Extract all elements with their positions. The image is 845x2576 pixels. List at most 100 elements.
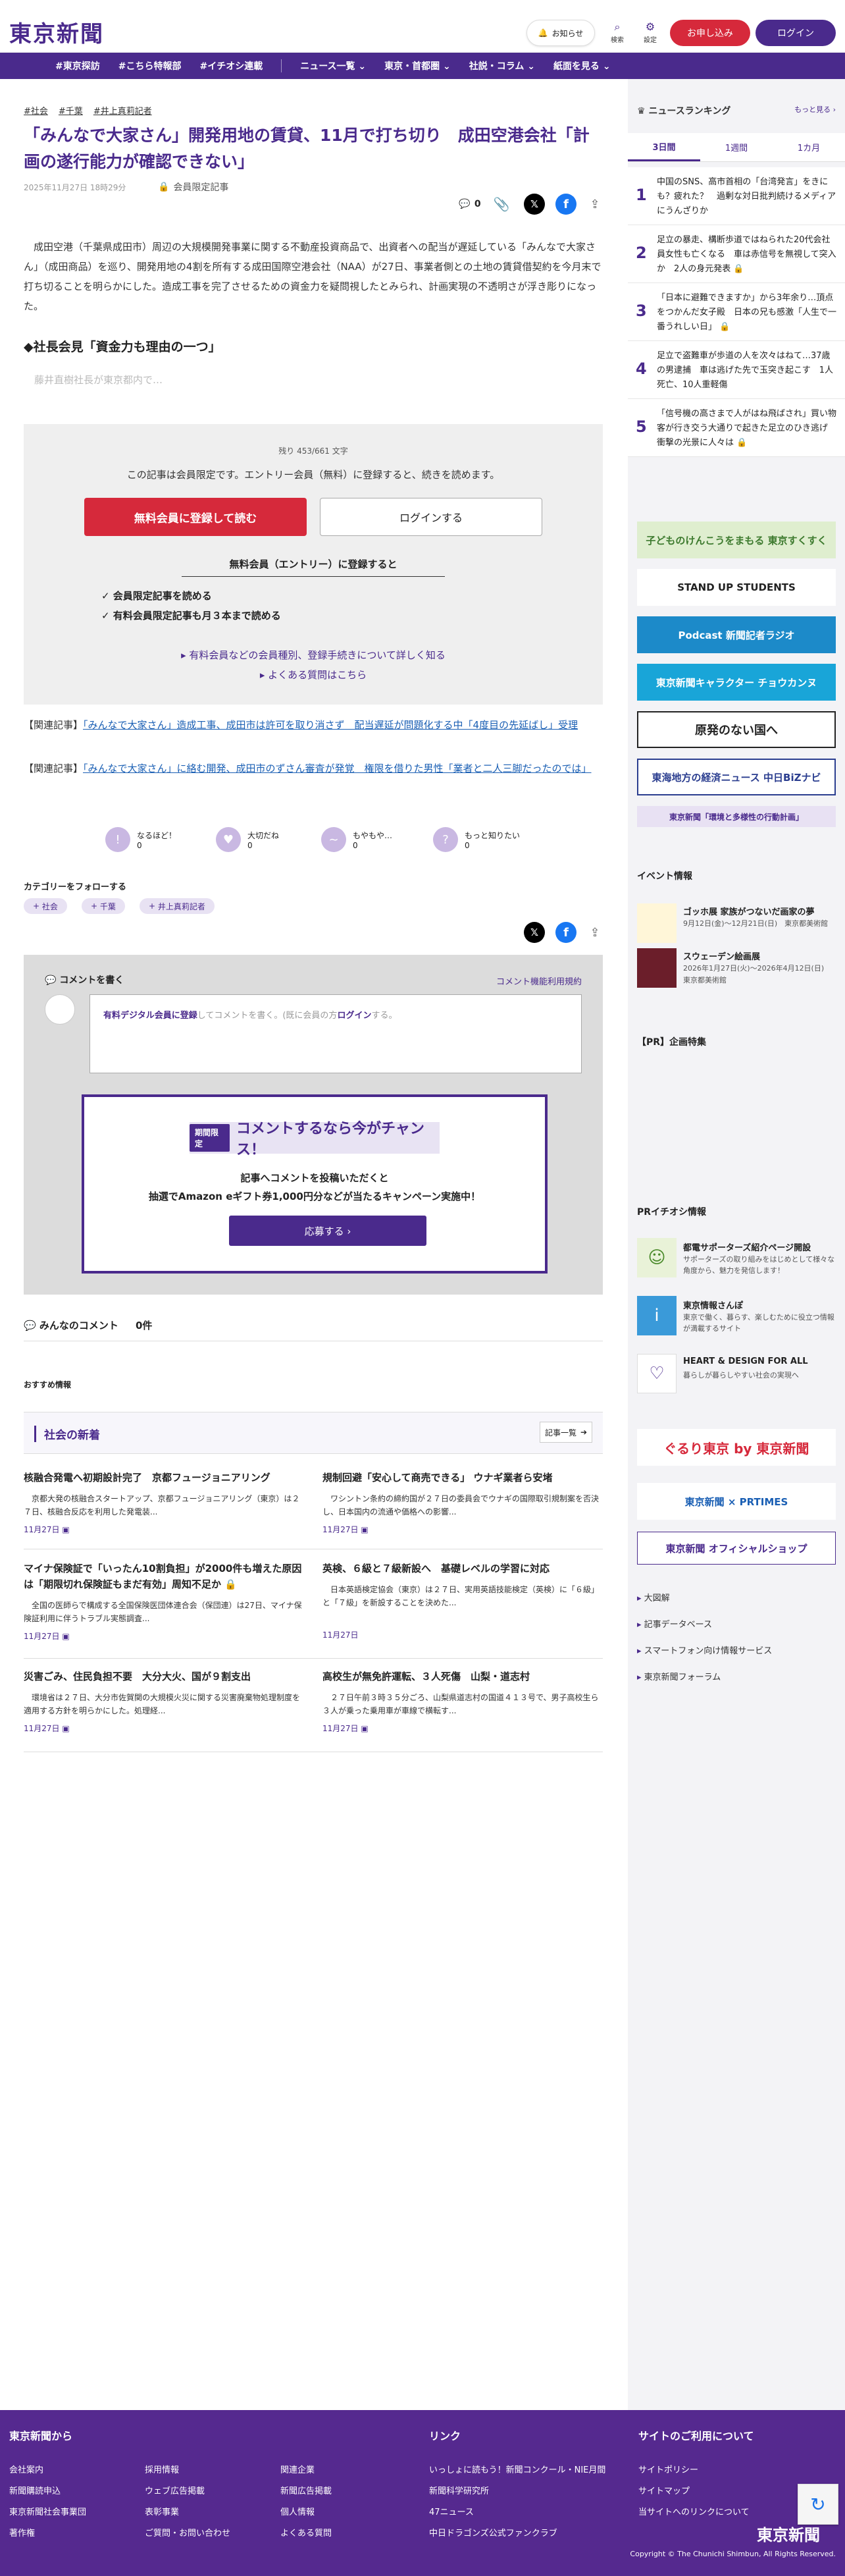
ranking-item[interactable]: 5 「信号機の高さまで人がはね飛ばされ」買い物客が行き交う大通りで起きた足立のひき… — [628, 399, 845, 457]
ranking-item[interactable]: 1 中国のSNS、高市首相の「台湾発言」をきにも？疲れた？ 過剰な対日批判続けるメ… — [628, 167, 845, 225]
related-link[interactable]: 「みんなで大家さん」造成工事、成田市は許可を取り消さず 配当遅延が問題化する中「… — [83, 719, 578, 731]
follow-tag[interactable]: + 井上真莉記者 — [140, 898, 215, 914]
footer-link[interactable]: 新聞購読申込 — [9, 2484, 61, 2496]
footer-link[interactable]: 個人情報 — [280, 2505, 315, 2517]
banner-stand-up[interactable]: STAND UP STUDENTS — [637, 569, 836, 606]
footer-link[interactable]: 表彰事業 — [145, 2505, 179, 2517]
reaction-naruhodo[interactable]: ! なるほど！ 0 — [105, 827, 176, 852]
rail-link[interactable]: 記事データベース — [637, 1617, 836, 1630]
clip-button[interactable]: 📎 — [491, 194, 512, 215]
news-card[interactable]: マイナ保険証で「いったん10割負担」が2000件も増えた原因は「期限切れ保険証も… — [24, 1561, 304, 1642]
nav-item-tokyo[interactable]: 東京・首都圏 ⌄ — [384, 59, 451, 72]
tag-link[interactable]: #井上真莉記者 — [93, 104, 152, 117]
search-button[interactable]: ⌕ 検索 — [604, 20, 630, 47]
share-button[interactable]: ⇪ — [587, 922, 603, 943]
paywall-login-button[interactable]: ログインする — [320, 498, 542, 536]
pr-item[interactable]: ♡ HEART & DESIGN FOR ALL 暮らしが暮らしやすい社会の実現へ — [637, 1354, 836, 1393]
ranking-item[interactable]: 4 足立で盗難車が歩道の人を次々はねて…37歳の男逮捕 車は逃げた先で玉突き起こす… — [628, 341, 845, 399]
follow-tag[interactable]: + 社会 — [24, 898, 67, 914]
notice-button[interactable]: 🔔 お知らせ — [526, 20, 595, 46]
footer-link[interactable]: いっしょに読もう！新聞コンクール・NIE月間 — [429, 2463, 605, 2475]
facebook-share-button[interactable]: f — [555, 922, 576, 943]
comment-input[interactable]: 有料デジタル会員に登録してコメントを書く。(既に会員の方ログインする。 — [90, 994, 582, 1073]
banner-shop[interactable]: 東京新聞 オフィシャルショップ — [637, 1532, 836, 1565]
news-card[interactable]: 英検、６級と７級新設へ 基礎レベルの学習に対応 日本英語検定協会（東京）は２７日、… — [322, 1561, 603, 1640]
footer-link[interactable]: 47ニュース — [429, 2505, 474, 2517]
free-register-button[interactable]: 無料会員に登録して読む — [84, 498, 307, 536]
bell-icon: 🔔 — [538, 28, 548, 38]
comment-login-link[interactable]: ログイン — [337, 1011, 371, 1021]
tab-3days[interactable]: 3日間 — [628, 133, 700, 161]
footer-link[interactable]: ご質問・お問い合わせ — [145, 2526, 230, 2538]
login-button[interactable]: ログイン — [755, 20, 836, 46]
banner-genpatsu[interactable]: 原発のない国へ — [637, 711, 836, 748]
register-link[interactable]: 有料デジタル会員に登録 — [103, 1011, 197, 1021]
footer-link[interactable]: よくある質問 — [280, 2526, 332, 2538]
comment-count-button[interactable]: 💬 0 — [454, 194, 486, 215]
footer-link[interactable]: 中日ドラゴンズ公式ファンクラブ — [429, 2526, 557, 2538]
footer-link[interactable]: 当サイトへのリンクについて — [638, 2505, 750, 2517]
ranking-item[interactable]: 3 「日本に避難できますか」から3年余り…頂点をつかんだ女子殿 日本の兄も感激「人… — [628, 283, 845, 341]
nav-item-tokyo-tanbo[interactable]: #東京探訪 — [55, 59, 100, 72]
tab-1week[interactable]: 1週間 — [700, 133, 773, 161]
footer-link[interactable]: サイトマップ — [638, 2484, 690, 2496]
reaction-motto[interactable]: ? もっと知りたい 0 — [433, 827, 520, 852]
banner-radio[interactable]: Podcast 新聞記者ラジオ — [637, 616, 836, 653]
tab-1month[interactable]: 1カ月 — [773, 133, 845, 161]
site-logo[interactable]: 東京新聞 — [9, 16, 104, 48]
event-item[interactable]: ゴッホ展 家族がつないだ画家の夢 9月12日(金)〜12月21日(日) 東京都美術… — [637, 903, 836, 943]
apply-button[interactable]: お申し込み — [670, 20, 750, 46]
comment-rules-link[interactable]: コメント機能利用規約 — [496, 975, 582, 987]
ranking-item[interactable]: 2 足立の暴走、構断歩道ではねられた20代会社員女性も亡くなる 車は赤信号を無視し… — [628, 225, 845, 283]
footer-logo[interactable]: 東京新聞 — [757, 2522, 820, 2545]
news-card[interactable]: 災害ごみ、住民負担不要 大分大火、国が９割支出 環境省は２７日、大分市佐賀関の大規… — [24, 1669, 304, 1734]
footer-link[interactable]: 新聞科学研究所 — [429, 2484, 489, 2496]
nav-item-ichioshi[interactable]: #イチオシ連載 — [199, 59, 263, 72]
tag-link[interactable]: #千葉 — [59, 104, 83, 117]
footer-link[interactable]: 会社案内 — [9, 2463, 43, 2475]
banner-action-plan[interactable]: 東京新聞「環境と多様性の行動計画」 — [637, 806, 836, 827]
banner-bizi[interactable]: 東海地方の経済ニュース 中日BiZナビ — [637, 759, 836, 795]
footer-link[interactable]: 採用情報 — [145, 2463, 179, 2475]
facebook-share-button[interactable]: f — [555, 194, 576, 215]
footer-link[interactable]: ウェブ広告掲載 — [145, 2484, 205, 2496]
rail-link[interactable]: スマートフォン向け情報サービス — [637, 1644, 836, 1656]
rail-link[interactable]: 大図解 — [637, 1591, 836, 1603]
campaign-box: 期間限定 コメントするなら今がチャンス！ 記事へコメントを投稿いただくと 抽選でA… — [82, 1094, 548, 1274]
member-info-link[interactable]: ▸ 有料会員などの会員種別、登録手続きについて詳しく知る — [24, 648, 603, 662]
banner-sukusuku[interactable]: 子どものけんこうをまもる 東京すくすく — [637, 522, 836, 558]
follow-tag[interactable]: + 千葉 — [82, 898, 125, 914]
news-card[interactable]: 規制回避「安心して商売できる」 ウナギ業者ら安堵 ワシントン条約の締約国が２７日の… — [322, 1470, 603, 1535]
campaign-apply-button[interactable]: 応募する › — [229, 1216, 426, 1246]
news-more-button[interactable]: 記事一覧 ➔ — [540, 1422, 592, 1443]
pr-item[interactable]: i 東京情報さんぽ 東京で働く、暮らす、楽しむために役立つ情報が満載するサイト — [637, 1296, 836, 1335]
banner-gururi[interactable]: ぐるり東京 by 東京新聞 — [637, 1429, 836, 1466]
nav-item-tokuhobu[interactable]: #こちら特報部 — [118, 59, 182, 72]
x-share-button[interactable]: 𝕏 — [524, 922, 545, 943]
recaptcha-badge[interactable]: ↻ — [798, 2484, 838, 2525]
news-card[interactable]: 高校生が無免許運転、３人死傷 山梨・道志村 ２７日午前３時３５分ごろ、山梨県道志村… — [322, 1669, 603, 1734]
banner-chokanu[interactable]: 東京新聞キャラクター チョウカンヌ — [637, 664, 836, 701]
banner-prtimes[interactable]: 東京新聞 × PRTIMES — [637, 1483, 836, 1520]
related-link[interactable]: 「みんなで大家さん」に絡む開発、成田市のずさん審査が発覚 権限を借りた男性「業者… — [83, 763, 592, 774]
tag-link[interactable]: #社会 — [24, 104, 48, 117]
faq-link[interactable]: ▸ よくある質問はこちら — [24, 668, 603, 682]
footer-link[interactable]: 東京新聞社会事業団 — [9, 2505, 86, 2517]
nav-item-editorial[interactable]: 社説・コラム ⌄ — [469, 59, 535, 72]
reaction-moyamoya[interactable]: ∼ もやもや… 0 — [321, 827, 392, 852]
reaction-taisetsu[interactable]: ♥ 大切だね 0 — [216, 827, 279, 852]
pr-item[interactable]: ☺ 都電サポーターズ紹介ページ開設 サポーターズの取り組みをはじめとして様々な角度か… — [637, 1238, 836, 1277]
settings-button[interactable]: ⚙ 設定 — [637, 20, 663, 47]
footer-link[interactable]: 著作権 — [9, 2526, 35, 2538]
share-button[interactable]: ⇪ — [587, 194, 603, 215]
footer-link[interactable]: 関連企業 — [280, 2463, 315, 2475]
ranking-more-link[interactable]: もっと見る › — [794, 104, 836, 117]
footer-link[interactable]: 新聞広告掲載 — [280, 2484, 332, 2496]
event-item[interactable]: スウェーデン絵画展 2026年1月27日(火)〜2026年4月12日(日) 東京都… — [637, 948, 836, 988]
news-card[interactable]: 核融合発電へ初期設計完了 京都フュージョニアリング 京都大発の核融合スタートアップ… — [24, 1470, 304, 1535]
rail-link[interactable]: 東京新聞フォーラム — [637, 1670, 836, 1682]
footer-link[interactable]: サイトポリシー — [638, 2463, 698, 2475]
nav-item-news-list[interactable]: ニュース一覧 ⌄ — [300, 59, 366, 72]
x-share-button[interactable]: 𝕏 — [524, 194, 545, 215]
nav-item-paper[interactable]: 紙面を見る ⌄ — [553, 59, 611, 72]
